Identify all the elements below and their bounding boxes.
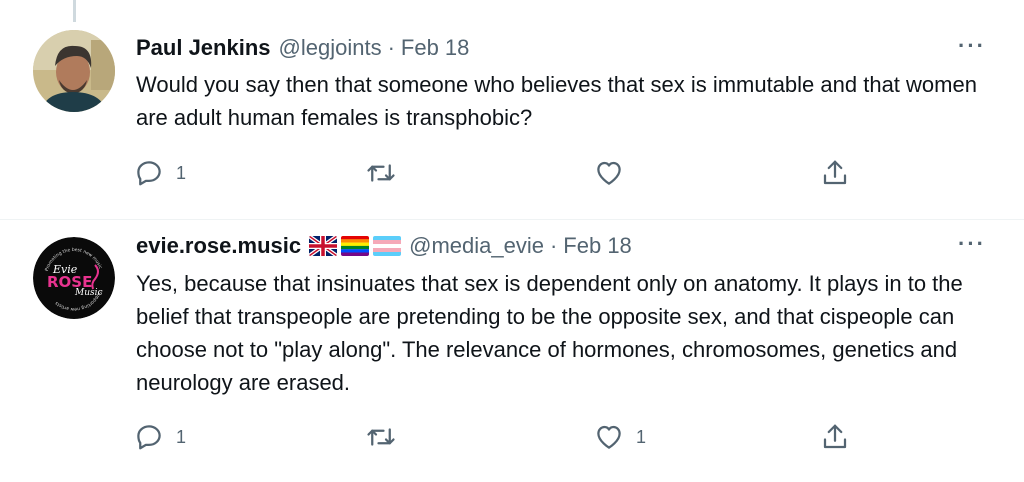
tweet-text: Yes, because that insinuates that sex is… [136,271,963,395]
separator-dot: · [387,35,395,60]
trans-flag-icon [373,236,402,256]
reply-count: 1 [176,426,187,447]
svg-text:Music: Music [74,288,103,298]
tweet[interactable]: Promoting the best new music Supporting … [0,221,1024,482]
flag-emojis [309,236,402,256]
avatar-logo: Promoting the best new music Supporting … [33,237,115,319]
tweet-actions: 1 [130,156,870,190]
share-icon [823,160,847,185]
tweet-header: evie.rose.music @media_evie · Feb 18 [136,231,632,261]
retweet-button[interactable] [366,156,408,190]
retweet-icon [367,428,395,446]
retweet-icon [367,164,395,182]
tweet-header: Paul Jenkins @legjoints · Feb 18 [136,33,469,63]
separator-dot: · [549,233,558,258]
more-options-icon[interactable]: ··· [958,35,986,57]
avatar[interactable] [33,30,115,112]
heart-icon [597,425,621,449]
avatar-photo [33,30,115,112]
tweet[interactable]: Paul Jenkins @legjoints · Feb 18 ··· Wou… [0,0,1024,220]
tweet-date[interactable]: Feb 18 [563,233,632,259]
display-name[interactable]: evie.rose.music [136,233,301,259]
reply-icon [137,161,161,186]
tweet-date[interactable]: Feb 18 [401,35,470,61]
share-button[interactable] [820,156,850,190]
tweet-actions: 1 1 [130,420,870,454]
like-count: 1 [636,426,647,447]
rainbow-flag-icon [341,236,370,256]
tweet-text: Would you say then that someone who beli… [136,72,977,130]
retweet-button[interactable] [366,420,408,454]
like-button[interactable]: 1 [594,420,646,454]
user-handle[interactable]: @media_evie [409,233,544,259]
reply-button[interactable]: 1 [134,420,186,454]
heart-icon [597,161,621,185]
share-button[interactable] [820,420,850,454]
more-options-icon[interactable]: ··· [958,233,986,255]
avatar[interactable]: Promoting the best new music Supporting … [33,237,115,319]
uk-flag-icon [309,236,338,256]
display-name[interactable]: Paul Jenkins [136,35,271,61]
user-handle[interactable]: @legjoints [279,35,382,61]
reply-button[interactable]: 1 [134,156,186,190]
share-icon [823,424,847,449]
reply-count: 1 [176,162,187,183]
like-button[interactable] [594,156,636,190]
reply-icon [137,425,161,450]
